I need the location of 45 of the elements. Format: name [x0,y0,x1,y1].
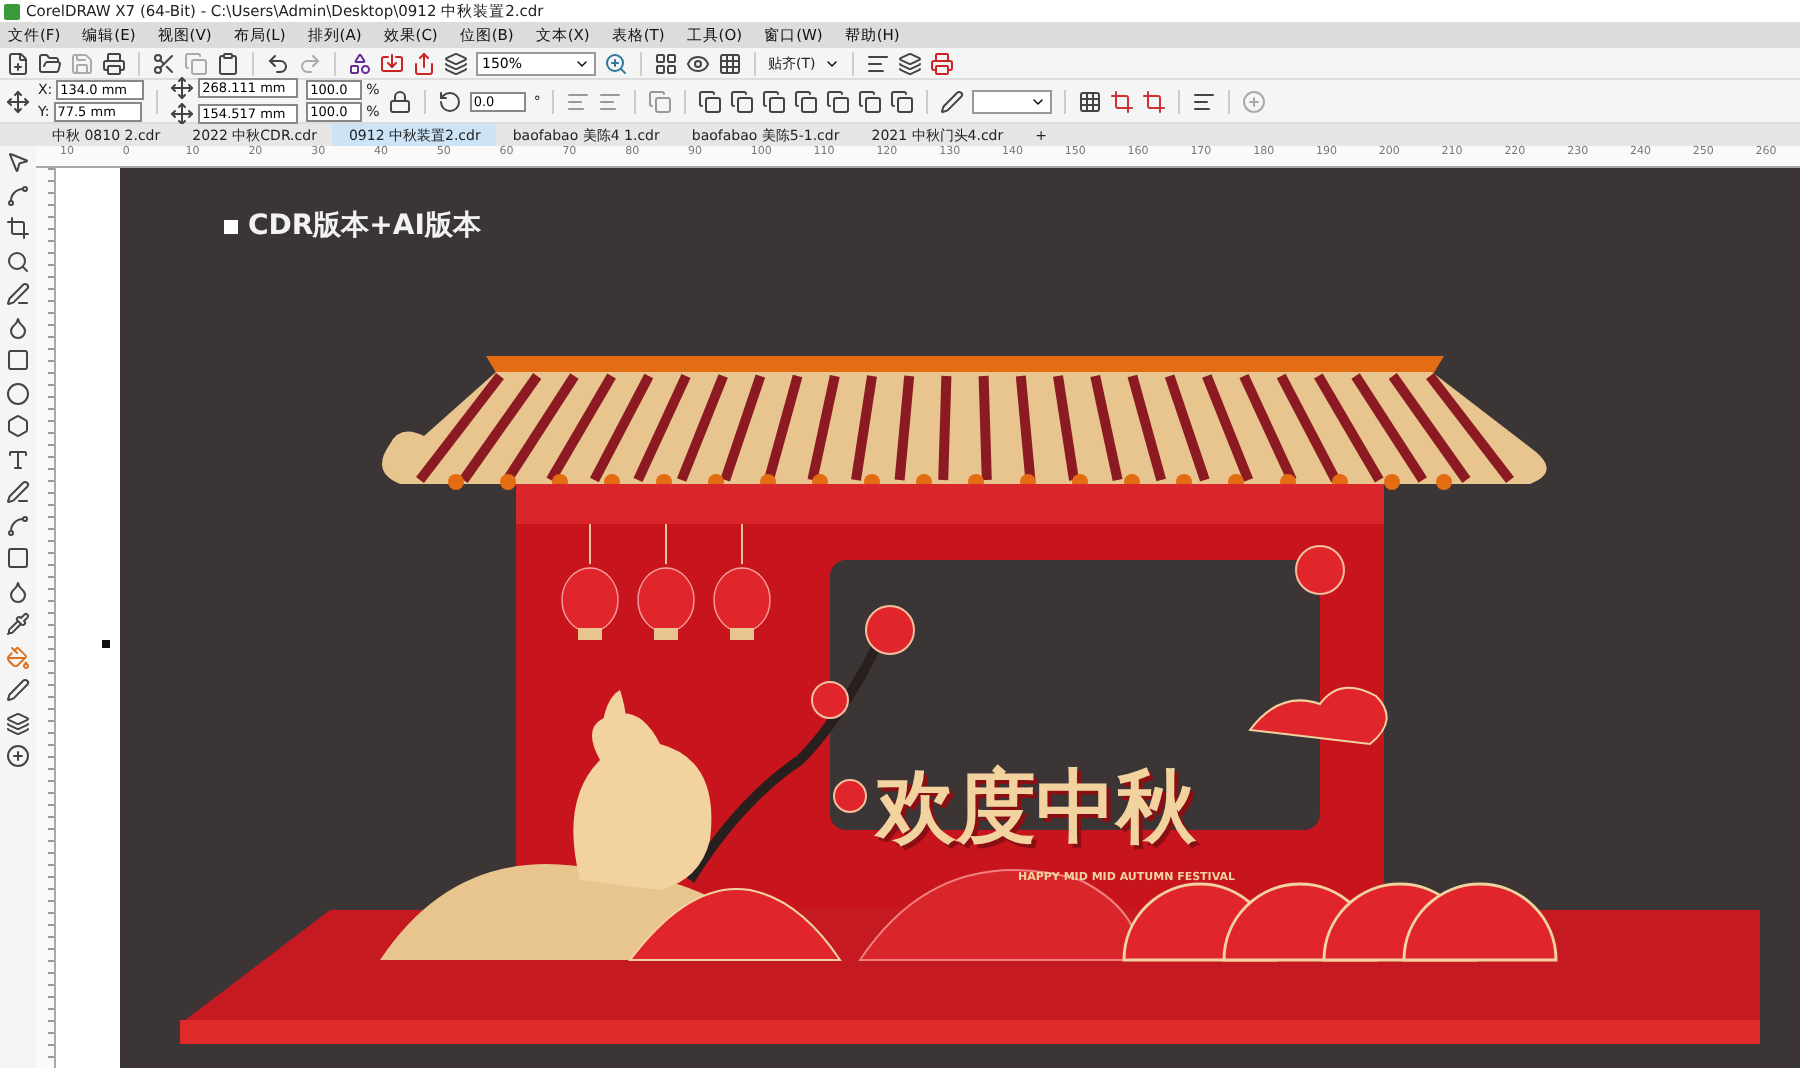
lock-ratio-icon[interactable] [387,89,412,113]
shape-combine-icon[interactable] [858,89,883,113]
tool-icon[interactable] [6,678,30,702]
tool-icon[interactable] [6,711,30,735]
tool-icon[interactable] [6,183,30,207]
paste-icon[interactable] [216,51,240,75]
tool-icon[interactable] [6,249,30,273]
tool-icon[interactable] [6,315,30,339]
tool-icon[interactable] [6,480,30,504]
text-anchor-icon [224,219,238,233]
tool-icon[interactable] [6,150,30,174]
outline-pen-icon[interactable] [940,89,965,113]
undo-icon[interactable] [266,51,290,75]
tool-icon[interactable] [6,414,30,438]
import-icon[interactable] [380,51,404,75]
tool-icon[interactable] [6,282,30,306]
grid-icon[interactable] [718,51,742,75]
shape-combine-icon[interactable] [762,89,787,113]
cut-icon[interactable] [152,51,176,75]
print-icon[interactable] [102,51,126,75]
zoom-icon[interactable] [604,51,628,75]
view-icon[interactable] [686,51,710,75]
tool-icon[interactable] [6,744,30,768]
tool-icon[interactable] [6,216,30,240]
tool-icon[interactable] [6,381,30,405]
note-text: CDR版本+AI版本 [248,208,481,244]
shape-combine-icon[interactable] [826,89,851,113]
rotate-icon[interactable] [437,89,462,113]
shape-combine-icon[interactable] [794,89,819,113]
tool-icon[interactable] [6,447,30,471]
tool-icon[interactable] [6,546,30,570]
shape-combine-icon[interactable] [698,89,723,113]
shape-combine-icon[interactable] [890,89,915,113]
align-icon[interactable] [1192,89,1217,113]
new-file-icon[interactable] [6,51,30,75]
selection-handle[interactable] [102,640,110,648]
open-folder-icon[interactable] [38,51,62,75]
tool-icon[interactable] [6,348,30,372]
export-icon[interactable] [412,51,436,75]
tool-icon[interactable] [6,513,30,537]
tool-icon[interactable] [6,612,30,636]
shape-combine-icon[interactable] [730,89,755,113]
tool-icon[interactable] [6,579,30,603]
app-logo-icon [4,3,20,19]
headline-text: 欢度中秋 [876,768,1196,848]
